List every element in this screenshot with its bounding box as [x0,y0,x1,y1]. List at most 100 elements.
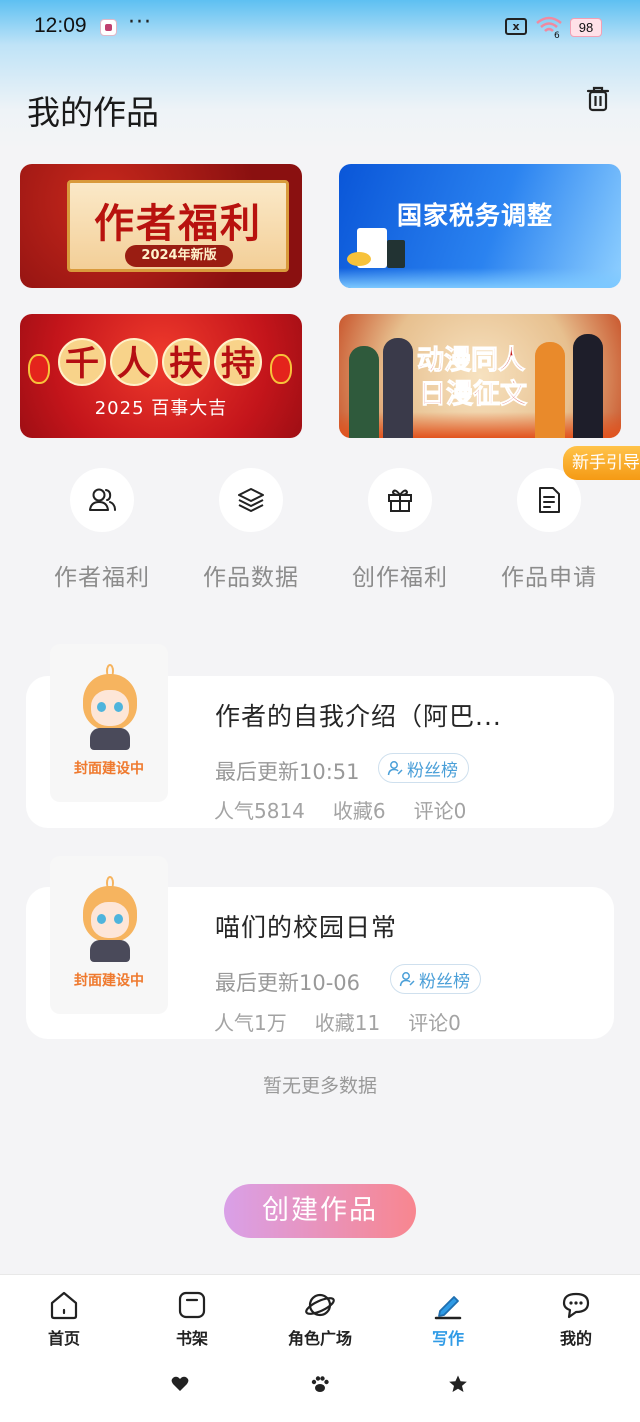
work-stats: 人气1万 收藏11 评论0 [214,1007,461,1036]
banner-title-chars: 千 人 扶 持 [58,338,262,386]
fans-user-icon [399,972,415,987]
quick-creation-welfare[interactable]: 创作福利 [320,468,480,592]
stat-popularity: 人气1万 [214,1011,287,1035]
coin-illustration [347,252,371,266]
banner-title-line2: 日漫征文 [419,379,528,411]
star-icon[interactable] [448,1374,468,1394]
banner-anime-contest[interactable]: 动漫同人 日漫征文 [339,314,621,438]
work-stats: 人气5814 收藏6 评论0 [214,795,466,824]
bookshelf-icon [178,1291,206,1319]
cover-label: 封面建设中 [74,973,144,989]
quick-icon-circle [219,468,283,532]
work-updated: 最后更新10:51 [215,760,360,784]
page-title: 我的作品 [27,93,159,132]
fans-ranking-label: 粉丝榜 [419,971,470,992]
nav-label: 我的 [559,1329,592,1348]
quick-icon-circle [70,468,134,532]
character-illustration [535,342,565,438]
work-cover[interactable]: 封面建设中 [50,856,168,1014]
cover-avatar-eye [97,702,106,712]
nav-bookshelf[interactable]: 书架 [128,1289,256,1349]
cover-avatar-ahoge [106,664,114,678]
cover-label: 封面建设中 [74,761,144,777]
work-updated: 最后更新10-06 [215,971,361,995]
quick-label: 作品数据 [203,565,299,591]
stat-favorites: 收藏6 [332,799,386,823]
character-illustration [383,338,413,438]
gift-icon [388,489,412,512]
nav-label: 首页 [47,1329,80,1348]
work-title[interactable]: 作者的自我介绍（阿巴... [215,697,502,733]
work-title[interactable]: 喵们的校园日常 [215,908,397,944]
calculator-illustration [387,240,405,268]
status-bar: 12:09 ··· x 6 98 [0,0,640,56]
quick-work-application[interactable]: 作品申请 [469,468,629,592]
banner-tax-adjustment[interactable]: 国家税务调整 [339,164,621,288]
cover-avatar-body [90,940,130,962]
quick-label: 作者福利 [54,565,150,591]
banner-char: 扶 [162,338,210,386]
banner-author-welfare[interactable]: 作者福利 2024年新版 [20,164,302,288]
quick-icon-circle [368,468,432,532]
more-notifications-icon: ··· [128,10,152,35]
cover-avatar-eye [97,914,106,924]
quick-label: 作品申请 [501,565,597,591]
document-icon [539,487,560,513]
lantern-icon [28,354,50,384]
layers-icon [238,488,264,512]
planet-icon [305,1293,335,1317]
paw-icon[interactable] [310,1374,330,1394]
stat-favorites: 收藏11 [314,1011,381,1035]
fans-ranking-label: 粉丝榜 [407,760,458,781]
stat-comments: 评论0 [413,799,467,823]
character-illustration [349,346,379,438]
trash-icon[interactable] [583,84,613,114]
chat-icon [562,1292,590,1319]
home-icon [50,1291,78,1320]
heart-icon[interactable] [170,1374,190,1394]
status-time: 12:09 [34,14,87,37]
app-notification-icon [100,19,117,36]
work-cover[interactable]: 封面建设中 [50,644,168,802]
nav-label: 书架 [175,1329,208,1348]
wifi-icon: 6 [536,16,562,38]
fans-ranking-button[interactable]: 粉丝榜 [378,753,469,783]
cover-avatar-eye [114,914,123,924]
fans-user-icon [387,761,403,776]
banner-title: 作者福利 [94,201,262,247]
beginner-guide-tab[interactable]: 新手引导 [563,446,640,480]
banner-title: 国家税务调整 [397,201,554,230]
lantern-icon [270,354,292,384]
banner-char: 持 [214,338,262,386]
cover-avatar-ahoge [106,876,114,890]
quick-work-data[interactable]: 作品数据 [171,468,331,592]
nav-character-square[interactable]: 角色广场 [256,1289,384,1349]
nav-writing[interactable]: 写作 [384,1289,512,1349]
nav-label: 角色广场 [287,1329,352,1348]
fans-ranking-button[interactable]: 粉丝榜 [390,964,481,994]
no-more-data-text: 暂无更多数据 [262,1075,377,1097]
banner-thousand-support[interactable]: 千 人 扶 持 2025 百事大吉 [20,314,302,438]
stat-popularity: 人气5814 [214,799,305,823]
banner-char: 人 [110,338,158,386]
nav-home[interactable]: 首页 [0,1289,128,1349]
banner-subtitle: 2025 百事大吉 [94,398,228,419]
bottom-nav: 首页 书架 角色广场 写作 我的 [0,1274,640,1422]
banner-char: 千 [58,338,106,386]
nav-label: 写作 [431,1329,464,1348]
stat-comments: 评论0 [408,1011,461,1035]
banner-floor-glow [339,268,621,288]
battery-indicator: 98 [570,18,602,37]
wifi-network-label: 6 [554,31,560,38]
no-sim-icon: x [505,18,527,35]
nav-mine[interactable]: 我的 [512,1289,640,1349]
create-work-button[interactable]: 创建作品 [224,1184,416,1238]
character-illustration [573,334,603,438]
pen-icon [434,1296,462,1320]
cover-avatar-eye [114,702,123,712]
quick-label: 创作福利 [352,565,448,591]
banner-scroll: 作者福利 2024年新版 [67,180,289,272]
cover-avatar-body [90,728,130,750]
banner-tag: 2024年新版 [125,245,233,267]
quick-author-welfare[interactable]: 作者福利 [22,468,182,592]
